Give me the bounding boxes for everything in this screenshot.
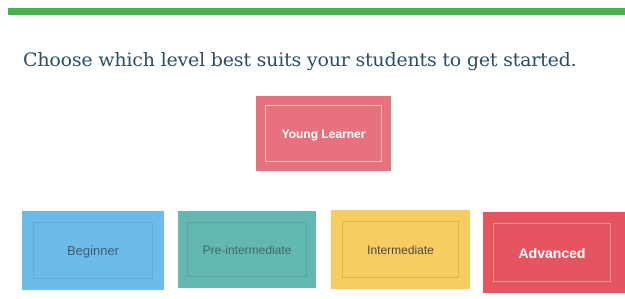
intermediate-label: Intermediate [342,221,459,278]
advanced-button[interactable]: Advanced [483,212,625,293]
intermediate-button[interactable]: Intermediate [331,210,470,289]
beginner-button[interactable]: Beginner [22,211,164,290]
young-learner-label: Young Learner [265,105,382,162]
pre-intermediate-button[interactable]: Pre-intermediate [178,211,316,288]
beginner-label: Beginner [33,222,153,279]
page-title: Choose which level best suits your stude… [23,49,577,71]
advanced-label: Advanced [493,223,611,282]
top-accent-bar [8,8,625,15]
young-learner-button[interactable]: Young Learner [256,96,391,171]
pre-intermediate-label: Pre-intermediate [187,222,307,277]
